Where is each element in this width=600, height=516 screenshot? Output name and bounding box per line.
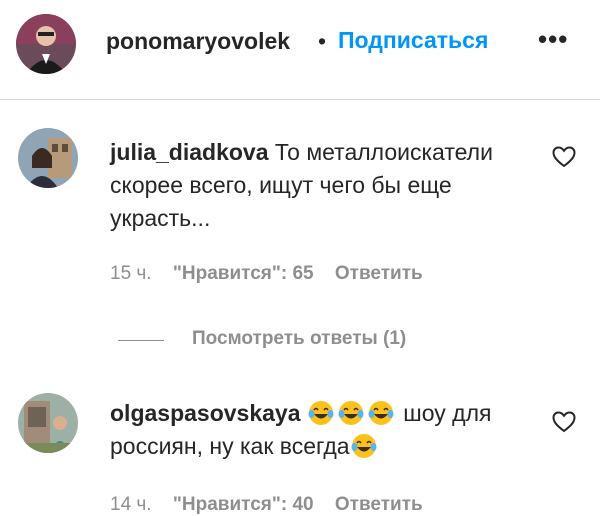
- reply-button[interactable]: Ответить: [335, 263, 423, 284]
- comment-likes[interactable]: "Нравится": 40: [173, 494, 314, 515]
- comment-username[interactable]: julia_diadkova: [110, 139, 269, 165]
- follow-button[interactable]: Подписаться: [338, 27, 488, 54]
- comment-username[interactable]: olgaspasovskaya: [110, 400, 301, 426]
- post-header: ponomaryovolek • Подписаться •••: [0, 0, 600, 100]
- separator-dot: •: [318, 28, 327, 54]
- comment-body: julia_diadkova То металлоискатели скорее…: [110, 136, 515, 235]
- comment-meta: 14 ч. "Нравится": 40 Ответить: [110, 494, 439, 516]
- view-replies-label[interactable]: Посмотреть ответы (1): [192, 328, 406, 350]
- comment-time[interactable]: 15 ч.: [110, 263, 152, 284]
- avatar[interactable]: [18, 128, 78, 188]
- laughing-tears-emoji-icon: [308, 401, 334, 425]
- replies-divider: [118, 340, 164, 341]
- comment-likes[interactable]: "Нравится": 65: [173, 263, 314, 284]
- laughing-tears-emoji-icon: [338, 401, 364, 425]
- comment-body: olgaspasovskaya шоу для россиян, ну как …: [110, 397, 515, 463]
- laughing-tears-emoji-icon: [351, 434, 377, 458]
- comment-time[interactable]: 14 ч.: [110, 494, 152, 515]
- more-options-button[interactable]: •••: [538, 26, 574, 53]
- reply-button[interactable]: Ответить: [335, 494, 423, 515]
- avatar[interactable]: [16, 14, 76, 74]
- header-username[interactable]: ponomaryovolek: [106, 28, 290, 55]
- comment-meta: 15 ч. "Нравится": 65 Ответить: [110, 263, 439, 285]
- avatar[interactable]: [18, 393, 78, 453]
- laughing-tears-emoji-icon: [368, 401, 394, 425]
- heart-icon[interactable]: [552, 411, 576, 433]
- heart-icon[interactable]: [552, 146, 576, 168]
